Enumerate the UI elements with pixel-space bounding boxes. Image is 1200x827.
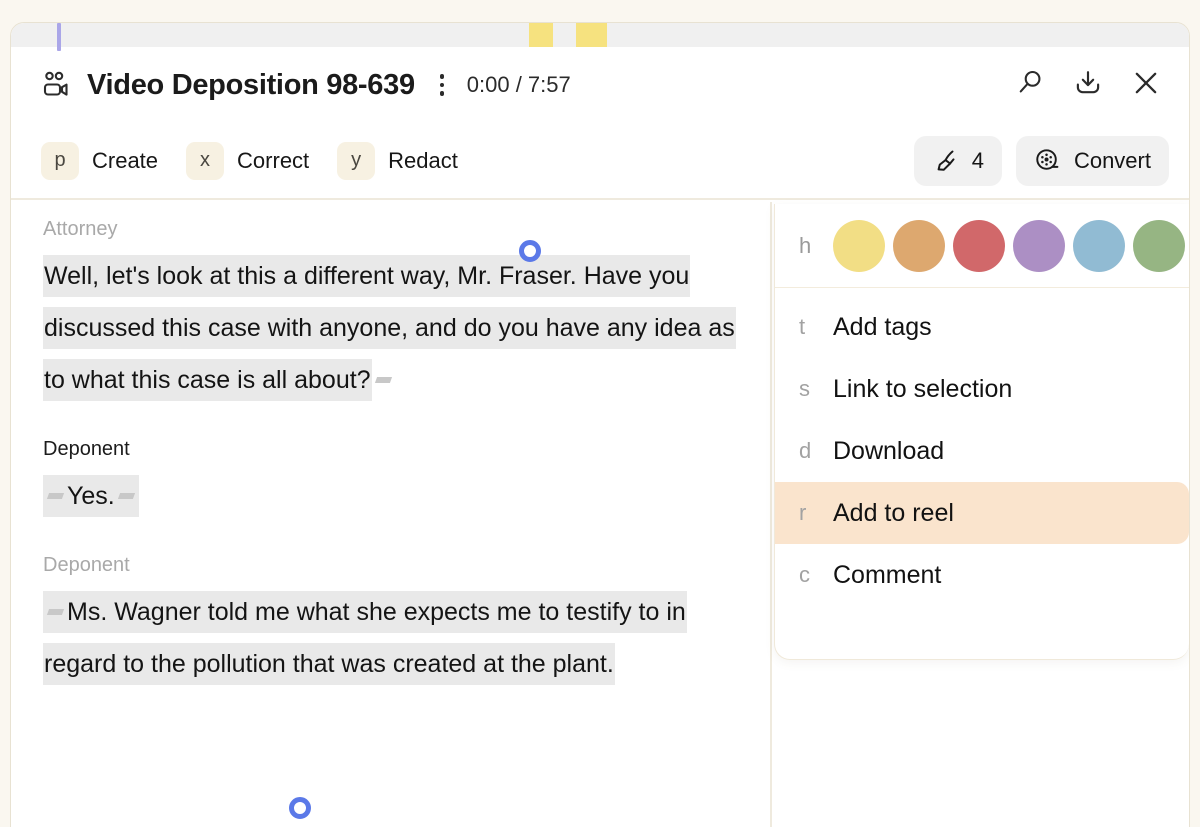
- shortcut-action-redact[interactable]: y Redact: [337, 141, 458, 180]
- color-swatch-blue[interactable]: [1073, 219, 1125, 272]
- annotation-menu: t Add tags s Link to selection d Download r Add…: [775, 288, 1189, 616]
- action-toolbar: p Create x Correct y Redact 4 Convert: [11, 123, 1189, 200]
- color-swatch-list: [833, 219, 1185, 272]
- color-swatch-red[interactable]: [953, 219, 1005, 272]
- timeline-marker[interactable]: [576, 23, 607, 47]
- film-reel-icon: [1034, 147, 1062, 175]
- annotation-popover-panel: h t Add tags s Link to selection d Download r A…: [774, 204, 1189, 660]
- highlighter-pen-icon: [932, 147, 960, 175]
- menu-item-label: Comment: [833, 560, 942, 589]
- selection-handle-start[interactable]: [519, 240, 541, 262]
- shortcut-key-chip: x: [186, 141, 225, 180]
- utterance-highlighted: Yes.: [43, 475, 139, 517]
- speaker-label: Deponent: [43, 554, 130, 576]
- shortcut-action-list: p Create x Correct y Redact: [41, 141, 486, 180]
- menu-item-key: c: [799, 562, 810, 587]
- color-swatch-yellow[interactable]: [833, 219, 885, 272]
- menu-item-label: Add tags: [833, 312, 932, 341]
- transcript-block[interactable]: Deponent Yes.: [43, 434, 736, 522]
- menu-item-link-to-selection[interactable]: s Link to selection: [775, 358, 1189, 420]
- kebab-menu-icon[interactable]: [431, 72, 453, 98]
- shortcut-action-create[interactable]: p Create: [41, 141, 159, 180]
- menu-item-key: r: [799, 500, 807, 525]
- shortcut-action-label: Create: [92, 147, 159, 173]
- shortcut-action-label: Redact: [388, 147, 458, 173]
- menu-item-key: s: [799, 376, 810, 401]
- convert-button[interactable]: Convert: [1015, 135, 1169, 186]
- window-body: Attorney Well, let's look at this a diff…: [11, 202, 1189, 827]
- video-people-icon: [41, 70, 71, 100]
- menu-item-label: Add to reel: [833, 498, 954, 527]
- search-icon: [1017, 69, 1044, 101]
- menu-item-key: t: [799, 314, 806, 339]
- utterance-text[interactable]: Ms. Wagner told me what she expects me t…: [43, 586, 736, 690]
- close-icon: [1132, 69, 1160, 102]
- timestamp-dash-icon: [46, 609, 65, 615]
- utterance-text[interactable]: Yes.: [43, 470, 736, 522]
- speaker-label: Deponent: [43, 438, 130, 460]
- timestamp-dash-icon: [374, 377, 392, 383]
- convert-label: Convert: [1073, 147, 1151, 173]
- menu-item-add-tags[interactable]: t Add tags: [775, 296, 1189, 358]
- utterance-words: Ms. Wagner told me what she expects me t…: [44, 598, 686, 678]
- menu-item-key: d: [799, 438, 812, 463]
- selection-handle-end[interactable]: [289, 797, 311, 819]
- transcript-block[interactable]: Attorney Well, let's look at this a diff…: [43, 214, 736, 406]
- timestamp-dash-icon: [46, 493, 65, 499]
- menu-item-label: Link to selection: [833, 374, 1013, 403]
- color-swatch-row: h: [775, 204, 1189, 288]
- app-root: Video Deposition 98-639 0:00 / 7:57 p Cr…: [0, 0, 1200, 827]
- color-swatch-purple[interactable]: [1013, 219, 1065, 272]
- menu-item-label: Download: [833, 436, 945, 465]
- timestamp-dash-icon: [117, 493, 135, 499]
- color-swatch-green[interactable]: [1133, 219, 1185, 272]
- transcript-block[interactable]: Deponent Ms. Wagner told me what she exp…: [43, 550, 736, 690]
- deposition-window: Video Deposition 98-639 0:00 / 7:57 p Cr…: [10, 22, 1190, 827]
- video-timeline-scrubber[interactable]: [11, 23, 1189, 47]
- transcript-pane[interactable]: Attorney Well, let's look at this a diff…: [11, 202, 772, 827]
- utterance-text[interactable]: Well, let's look at this a different way…: [43, 250, 736, 406]
- utterance-highlighted: Ms. Wagner told me what she expects me t…: [43, 591, 687, 685]
- speaker-label: Attorney: [43, 218, 118, 240]
- utterance-words: Yes.: [67, 482, 115, 510]
- highlight-count-label: 4: [971, 147, 984, 173]
- shortcut-key-chip: p: [41, 141, 79, 180]
- menu-item-comment[interactable]: c Comment: [775, 544, 1189, 606]
- highlight-count-button[interactable]: 4: [913, 135, 1002, 186]
- close-button[interactable]: [1123, 62, 1169, 108]
- color-swatch-orange[interactable]: [893, 219, 945, 272]
- swatch-shortcut-key: h: [799, 232, 812, 258]
- page-title: Video Deposition 98-639: [87, 68, 415, 101]
- search-button[interactable]: [1007, 62, 1053, 108]
- window-header: Video Deposition 98-639 0:00 / 7:57: [11, 47, 1189, 123]
- shortcut-action-label: Correct: [237, 147, 310, 173]
- menu-item-download[interactable]: d Download: [775, 420, 1189, 482]
- download-icon: [1074, 69, 1102, 102]
- menu-item-add-to-reel[interactable]: r Add to reel: [775, 482, 1189, 544]
- video-timecode: 0:00 / 7:57: [466, 72, 571, 97]
- download-button[interactable]: [1065, 62, 1111, 108]
- shortcut-key-chip: y: [337, 141, 376, 180]
- timeline-marker[interactable]: [529, 23, 553, 47]
- shortcut-action-correct[interactable]: x Correct: [186, 141, 310, 180]
